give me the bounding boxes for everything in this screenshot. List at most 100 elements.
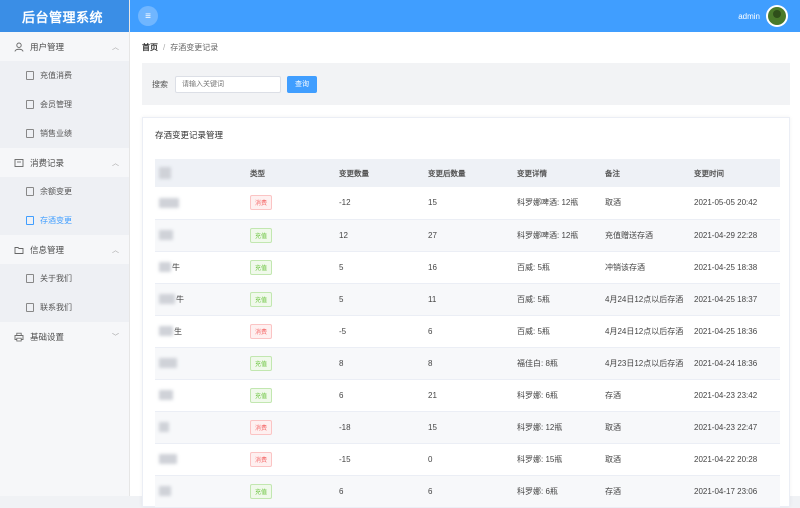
breadcrumb-current: 存酒变更记录 (170, 43, 219, 52)
sidebar-group-label: 信息管理 (30, 244, 65, 255)
cell-time: 2021-04-22 20:28 (694, 443, 780, 476)
document-icon (26, 100, 34, 109)
menu-group-user: 用户管理 ︿ 充值消费 会员管理 销售业绩 (0, 32, 129, 148)
cell-detail: 百威: 5瓶 (517, 315, 605, 348)
main-content: 首页 / 存酒变更记录 搜索 查询 存酒变更记录管理 名称 类型 变更数量 变更后数… (130, 32, 800, 508)
chevron-up-icon: ︿ (112, 160, 119, 167)
table-row[interactable]: 充值 6 21 科罗娜: 6瓶 存酒 2021-04-23 23:42 (155, 379, 780, 412)
cell-detail: 科罗娜: 15瓶 (517, 443, 605, 476)
sidebar-item-members[interactable]: 会员管理 (0, 90, 129, 119)
sidebar-item-label: 联系我们 (40, 303, 72, 312)
table-row[interactable]: 充值 8 8 福佳白: 8瓶 4月23日12点以后存酒 2021-04-24 18:36 (155, 347, 780, 380)
breadcrumb-home[interactable]: 首页 (142, 43, 158, 52)
cell-detail: 百威: 5瓶 (517, 283, 605, 316)
table-row[interactable]: 牛 充值 5 16 百威: 5瓶 冲销该存酒 2021-04-25 18:38 (155, 251, 780, 284)
sidebar-item-contact-us[interactable]: 联系我们 (0, 293, 129, 322)
folder-icon (14, 245, 24, 255)
cell-detail: 福佳白: 8瓶 (517, 347, 605, 380)
sidebar-item-label: 销售业绩 (40, 129, 72, 138)
cell-type: 消费 (250, 411, 339, 444)
column-header-type[interactable]: 类型 (250, 159, 339, 187)
cell-after-qty: 15 (428, 187, 517, 220)
cell-name (155, 475, 250, 508)
cell-type: 消费 (250, 315, 339, 348)
cell-time: 2021-04-25 18:37 (694, 283, 780, 316)
column-header-qty[interactable]: 变更数量 (339, 159, 428, 187)
cell-detail: 科罗娜啤酒: 12瓶 (517, 219, 605, 252)
masked-name (159, 262, 171, 272)
cell-after-qty: 6 (428, 315, 517, 348)
cell-note: 4月24日12点以后存酒 (605, 283, 694, 316)
document-icon (26, 129, 34, 138)
hamburger-icon[interactable]: ≡ (138, 6, 158, 26)
sidebar-group-consumption-records[interactable]: 消费记录 ︿ (0, 148, 129, 177)
sidebar-item-wine-change[interactable]: 存酒变更 (0, 206, 129, 235)
masked-name (159, 358, 177, 368)
menu-group-consumption: 消费记录 ︿ 余额变更 存酒变更 (0, 148, 129, 235)
table-row[interactable]: 消费 -18 15 科罗娜: 12瓶 取酒 2021-04-23 22:47 (155, 411, 780, 444)
masked-name (159, 197, 179, 208)
card-title: 存酒变更记录管理 (155, 130, 224, 140)
table-row[interactable]: 充值 6 6 科罗娜: 6瓶 存酒 2021-04-17 23:06 (155, 475, 780, 508)
cell-type: 消费 (250, 443, 339, 476)
cell-qty: 6 (339, 379, 428, 412)
name-tail: 生 (174, 326, 182, 336)
cell-after-qty: 8 (428, 347, 517, 380)
type-tag: 充值 (250, 483, 273, 499)
masked-name (159, 390, 173, 400)
cell-qty: 6 (339, 475, 428, 508)
cell-after-qty: 16 (428, 251, 517, 284)
sidebar-group-info-management[interactable]: 信息管理 ︿ (0, 235, 129, 264)
topbar: ≡ admin (130, 0, 800, 32)
table-row[interactable]: 消费 -12 15 科罗娜啤酒: 12瓶 取酒 2021-05-05 20:42 (155, 187, 780, 220)
document-icon (26, 274, 34, 283)
user-menu[interactable]: admin (738, 5, 788, 27)
breadcrumb: 首页 / 存酒变更记录 (142, 42, 218, 53)
sidebar-item-label: 充值消费 (40, 71, 72, 80)
column-header-detail[interactable]: 变更详情 (517, 159, 605, 187)
search-input[interactable] (175, 75, 281, 93)
avatar[interactable] (766, 5, 788, 27)
table-row[interactable]: 牛 充值 5 11 百威: 5瓶 4月24日12点以后存酒 2021-04-25 18:37 (155, 283, 780, 316)
cell-name (155, 443, 250, 476)
column-header-name[interactable]: 名称 (155, 159, 250, 187)
cell-detail: 百威: 5瓶 (517, 251, 605, 284)
sidebar-item-label: 存酒变更 (40, 216, 72, 225)
type-tag: 充值 (250, 259, 273, 275)
sidebar-item-sales[interactable]: 销售业绩 (0, 119, 129, 148)
cell-type: 充值 (250, 219, 339, 252)
cell-qty: 8 (339, 347, 428, 380)
cell-type: 充值 (250, 475, 339, 508)
table-row[interactable]: 生 消费 -5 6 百威: 5瓶 4月24日12点以后存酒 2021-04-25 18:36 (155, 315, 780, 348)
sidebar-group-user-management[interactable]: 用户管理 ︿ (0, 32, 129, 61)
column-header-time[interactable]: 变更时间 (694, 159, 780, 187)
document-icon (26, 71, 34, 80)
cell-qty: -18 (339, 411, 428, 444)
masked-header (159, 167, 171, 179)
cell-after-qty: 11 (428, 283, 517, 316)
chevron-up-icon: ︿ (112, 247, 119, 254)
table-row[interactable]: 充值 12 27 科罗娜啤酒: 12瓶 充值赠送存酒 2021-04-29 22:28 (155, 219, 780, 252)
cell-detail: 科罗娜: 12瓶 (517, 411, 605, 444)
sidebar-item-recharge[interactable]: 充值消费 (0, 61, 129, 90)
sidebar-item-about-us[interactable]: 关于我们 (0, 264, 129, 293)
cell-after-qty: 15 (428, 411, 517, 444)
column-header-after-qty[interactable]: 变更后数量 (428, 159, 517, 187)
sidebar-item-balance-change[interactable]: 余额变更 (0, 177, 129, 206)
cell-time: 2021-04-25 18:38 (694, 251, 780, 284)
table-row[interactable]: 消费 -15 0 科罗娜: 15瓶 取酒 2021-04-22 20:28 (155, 443, 780, 476)
search-button[interactable]: 查询 (287, 75, 317, 93)
cell-note: 4月24日12点以后存酒 (605, 315, 694, 348)
name-tail: 牛 (172, 262, 180, 272)
chevron-down-icon: ﹀ (112, 334, 119, 341)
cell-type: 充值 (250, 283, 339, 316)
cell-name (155, 379, 250, 412)
sidebar-group-basic-settings[interactable]: 基础设置 ﹀ (0, 322, 129, 351)
column-header-note[interactable]: 备注 (605, 159, 694, 187)
cell-note: 充值赠送存酒 (605, 219, 694, 252)
sidebar-item-label: 余额变更 (40, 187, 72, 196)
cell-time: 2021-04-24 18:36 (694, 347, 780, 380)
cell-time: 2021-04-17 23:06 (694, 475, 780, 508)
masked-name (159, 230, 173, 240)
document-icon (26, 187, 34, 196)
